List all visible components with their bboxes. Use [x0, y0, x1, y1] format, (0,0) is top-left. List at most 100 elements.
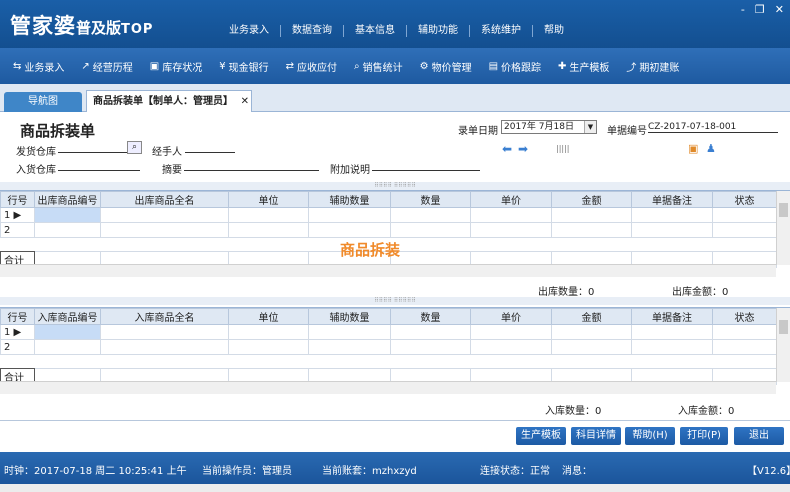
scroll-thumb[interactable]	[779, 203, 788, 217]
tab-close-icon[interactable]: ✕	[241, 91, 249, 113]
menu-item-aux-functions[interactable]: 辅助功能	[407, 25, 470, 37]
table-cell[interactable]	[712, 339, 777, 355]
table-cell[interactable]	[470, 222, 552, 238]
col-header[interactable]: 状态	[712, 191, 777, 208]
table-cell[interactable]	[100, 339, 229, 355]
barcode-icon[interactable]: |||||	[556, 144, 569, 153]
arrow-left-icon[interactable]: ⬅	[502, 142, 512, 156]
col-header[interactable]: 辅助数量	[308, 191, 391, 208]
splitter-top[interactable]: ⠿⠿⠿⠿ ⠿⠿⠿⠿⠿	[0, 182, 790, 190]
col-header[interactable]: 单位	[228, 191, 309, 208]
table-cell[interactable]	[631, 207, 713, 223]
vertical-scrollbar[interactable]	[776, 191, 790, 265]
table-cell[interactable]	[34, 222, 101, 238]
toolbar-receivable[interactable]: ⇄ 应收应付	[286, 59, 337, 74]
table-cell[interactable]	[551, 222, 632, 238]
table-cell[interactable]	[631, 339, 713, 355]
horizontal-scrollbar[interactable]	[0, 381, 776, 394]
table-cell[interactable]	[34, 207, 101, 223]
table-cell[interactable]	[470, 324, 552, 340]
col-header[interactable]: 状态	[712, 308, 777, 325]
table-cell[interactable]	[100, 207, 229, 223]
col-header[interactable]: 行号	[0, 191, 35, 208]
table-cell[interactable]	[551, 207, 632, 223]
chevron-down-icon[interactable]: ▼	[584, 121, 596, 133]
toolbar-price-track[interactable]: ▤ 价格跟踪	[489, 59, 541, 74]
extra-field[interactable]	[372, 159, 480, 171]
table-cell[interactable]	[308, 207, 391, 223]
table-cell[interactable]	[34, 324, 101, 340]
table-cell[interactable]	[390, 222, 471, 238]
col-header[interactable]: 数量	[390, 308, 471, 325]
table-row[interactable]: 1 ▶	[0, 207, 777, 223]
table-cell[interactable]	[228, 207, 309, 223]
menu-item-data-query[interactable]: 数据查询	[281, 25, 344, 37]
table-cell[interactable]	[631, 324, 713, 340]
horizontal-scrollbar[interactable]	[0, 264, 776, 277]
add-icon[interactable]: ▣	[688, 142, 698, 155]
out-store-field[interactable]	[58, 141, 128, 153]
table-cell[interactable]	[34, 339, 101, 355]
menu-item-basic-info[interactable]: 基本信息	[344, 25, 407, 37]
toolbar-price-mgmt[interactable]: ⚙ 物价管理	[420, 59, 472, 74]
toolbar-opening-balance[interactable]: ⤴ 期初建账	[626, 59, 679, 74]
restore-icon[interactable]: ❐	[755, 3, 765, 16]
vertical-scrollbar[interactable]	[776, 308, 790, 382]
col-header[interactable]: 金额	[551, 191, 632, 208]
table-cell[interactable]	[712, 207, 777, 223]
col-header[interactable]: 单位	[228, 308, 309, 325]
in-store-field[interactable]	[58, 159, 140, 171]
minimize-icon[interactable]: -	[741, 3, 745, 16]
menu-item-business-entry[interactable]: 业务录入	[218, 25, 281, 37]
table-cell[interactable]	[712, 222, 777, 238]
table-cell[interactable]	[470, 339, 552, 355]
toolbar-cash-bank[interactable]: ¥ 现金银行	[219, 59, 268, 74]
menu-item-system-maintenance[interactable]: 系统维护	[470, 25, 533, 37]
table-cell[interactable]	[551, 339, 632, 355]
table-cell[interactable]	[228, 339, 309, 355]
table-cell[interactable]	[308, 339, 391, 355]
toolbar-business-entry[interactable]: ⇆ 业务录入	[13, 59, 64, 74]
table-cell[interactable]	[228, 324, 309, 340]
toolbar-sales-stats[interactable]: ⌕ 销售统计	[354, 59, 403, 74]
table-cell[interactable]	[712, 324, 777, 340]
table-row[interactable]: 2	[0, 339, 777, 355]
col-header[interactable]: 入库商品编号	[34, 308, 101, 325]
arrow-right-icon[interactable]: ➡	[518, 142, 528, 156]
table-cell[interactable]	[631, 222, 713, 238]
col-header[interactable]: 单价	[470, 308, 552, 325]
col-header[interactable]: 行号	[0, 308, 35, 325]
table-cell[interactable]	[551, 324, 632, 340]
handler-field[interactable]	[185, 141, 235, 153]
col-header[interactable]: 辅助数量	[308, 308, 391, 325]
table-cell[interactable]	[308, 222, 391, 238]
table-cell[interactable]	[100, 222, 229, 238]
close-icon[interactable]: ✕	[775, 3, 784, 16]
help-button[interactable]: 帮助(H)	[625, 427, 675, 445]
table-cell[interactable]	[228, 222, 309, 238]
summary-field[interactable]	[184, 159, 319, 171]
col-header[interactable]: 单据备注	[631, 191, 713, 208]
date-picker[interactable]: 2017年 7月18日 ▼	[501, 120, 597, 134]
scroll-thumb[interactable]	[779, 320, 788, 334]
table-cell[interactable]	[390, 339, 471, 355]
menu-item-help[interactable]: 帮助	[533, 25, 575, 37]
doc-no-field[interactable]: CZ-2017-07-18-001	[648, 121, 778, 133]
col-header[interactable]: 入库商品全名	[100, 308, 229, 325]
splitter-bottom[interactable]: ⠿⠿⠿⠿ ⠿⠿⠿⠿⠿	[0, 297, 790, 305]
print-button[interactable]: 打印(P)	[680, 427, 728, 445]
table-cell[interactable]	[470, 207, 552, 223]
table-cell[interactable]	[390, 207, 471, 223]
toolbar-stock[interactable]: ▣ 库存状况	[150, 59, 202, 74]
user-icon[interactable]: ♟	[706, 142, 716, 155]
table-row[interactable]: 1 ▶	[0, 324, 777, 340]
toolbar-production-template[interactable]: ✚ 生产模板	[558, 59, 609, 74]
account-details-button[interactable]: 科目详情	[571, 427, 621, 445]
table-cell[interactable]	[390, 324, 471, 340]
col-header[interactable]: 出库商品编号	[34, 191, 101, 208]
col-header[interactable]: 金额	[551, 308, 632, 325]
search-icon[interactable]: ⌕	[127, 141, 142, 154]
exit-button[interactable]: 退出	[734, 427, 784, 445]
col-header[interactable]: 单价	[470, 191, 552, 208]
col-header[interactable]: 数量	[390, 191, 471, 208]
